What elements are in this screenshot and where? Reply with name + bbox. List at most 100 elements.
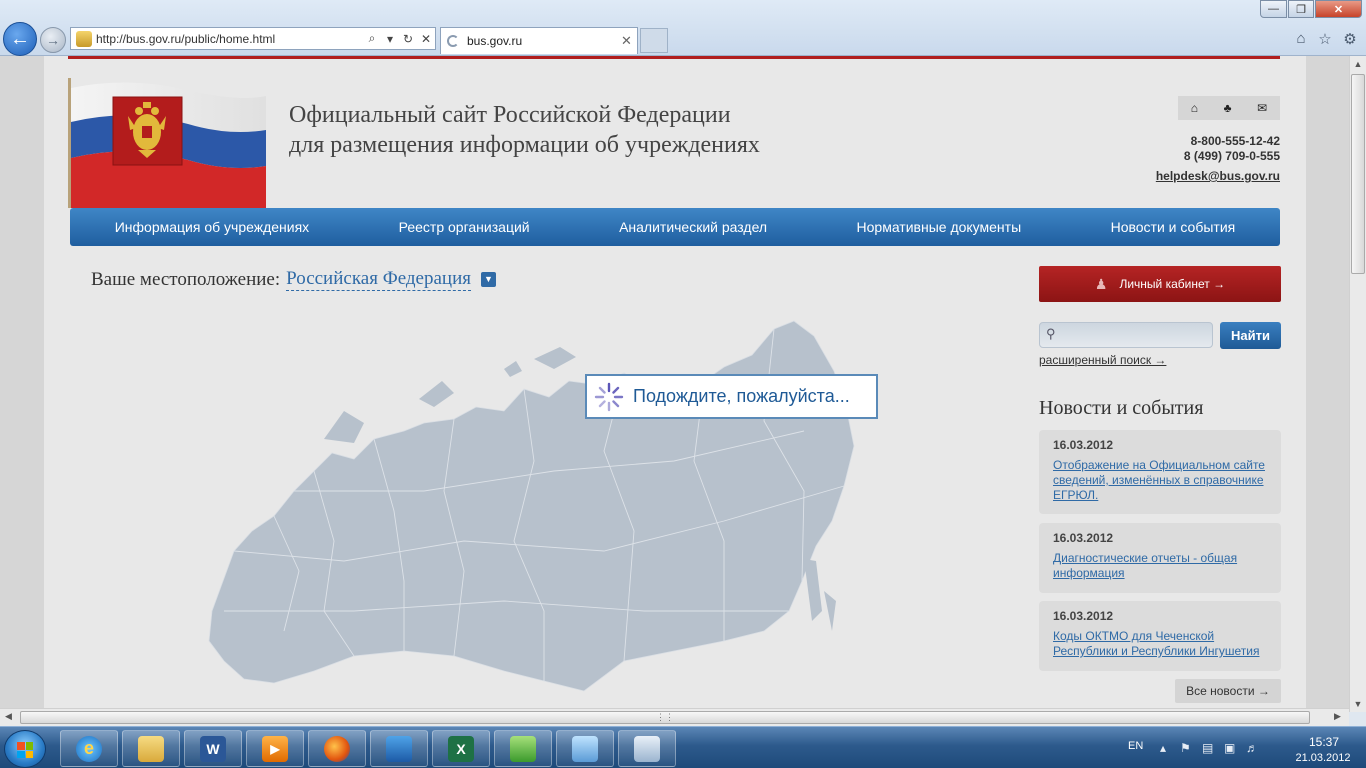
tab-close-icon[interactable]: ✕ xyxy=(621,33,637,49)
internet-explorer-icon: e xyxy=(76,735,102,762)
phone-2: 8 (499) 709-0-555 xyxy=(1183,149,1280,163)
window-close-button[interactable]: ✕ xyxy=(1315,0,1362,18)
news-link[interactable]: Диагностические отчеты - общая информаци… xyxy=(1053,551,1267,581)
windows-taskbar: e W ▶ X EN ▴ ⚑ ▤ ▣ ♬ 15:37 21.03.2012 xyxy=(0,726,1366,768)
browser-tab-active[interactable]: bus.gov.ru ✕ xyxy=(440,27,638,54)
taskbar-image-viewer[interactable] xyxy=(556,730,614,767)
nav-item-regulatory-docs[interactable]: Нормативные документы xyxy=(857,219,1022,235)
helpdesk-email-link[interactable]: helpdesk@bus.gov.ru xyxy=(1080,169,1280,184)
clock-date[interactable]: 21.03.2012 xyxy=(1294,752,1352,764)
page-favicon-icon xyxy=(76,30,92,47)
news-link[interactable]: Коды ОКТМО для Чеченской Республики и Ре… xyxy=(1053,629,1267,659)
taskbar-archive[interactable] xyxy=(370,730,428,767)
loading-spinner-icon xyxy=(594,382,624,411)
stop-icon[interactable]: ✕ xyxy=(417,32,435,46)
search-icon[interactable]: ⌕ xyxy=(363,31,381,46)
language-indicator[interactable]: EN xyxy=(1128,740,1143,752)
russian-flag-logo xyxy=(68,78,266,208)
search-input[interactable] xyxy=(1039,322,1213,348)
show-hidden-icons-icon[interactable]: ▴ xyxy=(1160,741,1166,755)
news-item: 16.03.2012 Коды ОКТМО для Чеченской Респ… xyxy=(1039,601,1281,671)
vertical-scrollbar[interactable]: ▲ ▼ xyxy=(1349,56,1366,712)
search-button[interactable]: Найти xyxy=(1220,322,1281,349)
news-item: 16.03.2012 Отображение на Официальном са… xyxy=(1039,430,1281,514)
tools-gear-icon[interactable]: ⚙ xyxy=(1341,30,1359,48)
back-arrow-icon: ← xyxy=(10,27,30,50)
tab-title: bus.gov.ru xyxy=(467,34,523,48)
page-viewport: Официальный сайт Российской Федерации дл… xyxy=(0,56,1349,708)
site-title: Официальный сайт Российской Федерации дл… xyxy=(289,100,760,160)
news-link[interactable]: Отображение на Официальном сайте сведени… xyxy=(1053,458,1267,503)
taskbar-app-green[interactable] xyxy=(494,730,552,767)
media-player-icon: ▶ xyxy=(262,735,288,762)
chevron-down-icon[interactable]: ▼ xyxy=(481,272,496,287)
news-item: 16.03.2012 Диагностические отчеты - обща… xyxy=(1039,523,1281,593)
dropdown-icon[interactable]: ▾ xyxy=(381,32,399,46)
top-red-line xyxy=(68,56,1280,59)
scroll-up-icon[interactable]: ▲ xyxy=(1350,59,1366,69)
back-button[interactable]: ← xyxy=(3,22,37,56)
scroll-down-icon[interactable]: ▼ xyxy=(1350,699,1366,709)
sitemap-icon[interactable]: ♣ xyxy=(1224,101,1232,115)
contacts: 8-800-555-12-42 8 (499) 709-0-555 helpde… xyxy=(1080,134,1280,184)
new-tab-button[interactable] xyxy=(640,28,668,53)
favorites-star-icon[interactable]: ☆ xyxy=(1316,30,1334,48)
taskbar-word[interactable]: W xyxy=(184,730,242,767)
russia-map[interactable] xyxy=(204,311,864,696)
news-date: 16.03.2012 xyxy=(1053,609,1114,623)
system-tray: EN ▴ ⚑ ▤ ▣ ♬ 15:37 21.03.2012 xyxy=(1122,727,1366,768)
personal-cabinet-button[interactable]: ♟ Личный кабинет → xyxy=(1039,266,1281,302)
home-icon[interactable]: ⌂ xyxy=(1191,101,1198,115)
image-viewer-icon xyxy=(572,735,598,762)
scroll-right-icon[interactable]: ▶ xyxy=(1334,711,1341,722)
taskbar-remote-desktop[interactable] xyxy=(618,730,676,767)
vertical-scroll-thumb[interactable] xyxy=(1351,74,1365,274)
device-icon[interactable]: ▤ xyxy=(1202,741,1213,755)
all-news-button[interactable]: Все новости → xyxy=(1175,679,1281,703)
horizontal-scroll-thumb[interactable]: ⋮⋮ xyxy=(20,711,1310,724)
address-url[interactable]: http://bus.gov.ru/public/home.html xyxy=(96,32,363,46)
app-green-icon xyxy=(510,735,536,762)
network-icon[interactable]: ▣ xyxy=(1224,741,1235,755)
start-button[interactable] xyxy=(4,730,46,768)
nav-item-news[interactable]: Новости и события xyxy=(1111,219,1236,235)
personal-cabinet-label: Личный кабинет → xyxy=(1119,277,1226,291)
forward-arrow-icon: → xyxy=(46,32,60,48)
loading-overlay: Подождите, пожалуйста... xyxy=(585,374,878,419)
taskbar-explorer[interactable] xyxy=(122,730,180,767)
advanced-search-link[interactable]: расширенный поиск → xyxy=(1039,353,1166,367)
taskbar-firefox[interactable] xyxy=(308,730,366,767)
site-title-line1: Официальный сайт Российской Федерации xyxy=(289,102,731,128)
browser-chrome: ← → http://bus.gov.ru/public/home.html ⌕… xyxy=(0,0,1366,56)
clock-time[interactable]: 15:37 xyxy=(1298,735,1350,749)
address-bar[interactable]: http://bus.gov.ru/public/home.html ⌕ ▾ ↻… xyxy=(70,27,436,50)
location-region-link[interactable]: Российская Федерация xyxy=(286,268,471,291)
page-container: Официальный сайт Российской Федерации дл… xyxy=(44,56,1306,708)
nav-item-institutions-info[interactable]: Информация об учреждениях xyxy=(115,219,309,235)
volume-muted-icon[interactable]: ♬ xyxy=(1246,741,1258,755)
nav-item-analytics[interactable]: Аналитический раздел xyxy=(619,219,767,235)
taskbar-excel[interactable]: X xyxy=(432,730,490,767)
location-label: Ваше местоположение: xyxy=(91,268,281,290)
window-maximize-button[interactable]: ❐ xyxy=(1288,0,1314,18)
refresh-icon[interactable]: ↻ xyxy=(399,32,417,46)
loading-text: Подождите, пожалуйста... xyxy=(633,386,850,406)
header-icons: ⌂ ♣ ✉ xyxy=(1178,96,1280,120)
action-center-flag-icon[interactable]: ⚑ xyxy=(1180,741,1191,755)
window-minimize-button[interactable]: — xyxy=(1260,0,1287,18)
firefox-icon xyxy=(324,735,350,762)
excel-icon: X xyxy=(448,735,474,762)
taskbar-media-player[interactable]: ▶ xyxy=(246,730,304,767)
loading-spinner-icon xyxy=(447,35,459,47)
forward-button[interactable]: → xyxy=(40,27,66,53)
scroll-left-icon[interactable]: ◀ xyxy=(5,711,12,722)
phone-1: 8-800-555-12-42 xyxy=(1190,134,1280,148)
home-icon[interactable]: ⌂ xyxy=(1292,30,1310,48)
search-icon: ⚲ xyxy=(1046,326,1056,341)
location-selector: Ваше местоположение: Российская Федераци… xyxy=(91,268,496,291)
mail-icon[interactable]: ✉ xyxy=(1257,101,1267,115)
remote-desktop-icon xyxy=(634,735,660,762)
horizontal-scrollbar[interactable]: ◀ ⋮⋮ ▶ xyxy=(0,708,1349,726)
nav-item-organizations-registry[interactable]: Реестр организаций xyxy=(399,219,530,235)
taskbar-internet-explorer[interactable]: e xyxy=(60,730,118,767)
